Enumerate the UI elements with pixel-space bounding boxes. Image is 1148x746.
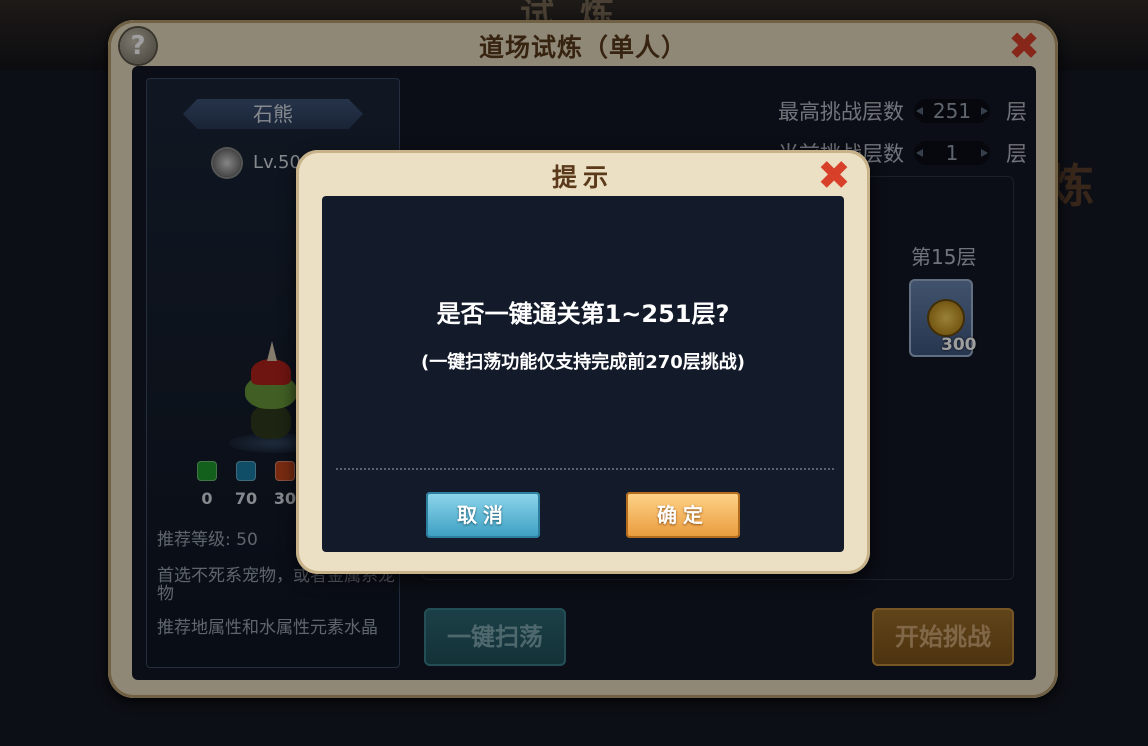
- dialog-question: 是否一键通关第1~251层?: [436, 300, 730, 328]
- confirm-button[interactable]: 确定: [626, 492, 740, 538]
- dialog-title: 提示: [551, 163, 614, 192]
- cancel-button[interactable]: 取消: [426, 492, 540, 538]
- confirm-dialog: 提示 ✖ 是否一键通关第1~251层? (一键扫荡功能仅支持完成前270层挑战)…: [296, 150, 870, 574]
- dialog-body: 是否一键通关第1~251层? (一键扫荡功能仅支持完成前270层挑战) 取消 确…: [322, 196, 844, 552]
- dialog-divider: [336, 468, 834, 470]
- dialog-close-button[interactable]: ✖: [814, 156, 854, 196]
- dialog-note: (一键扫荡功能仅支持完成前270层挑战): [420, 352, 746, 373]
